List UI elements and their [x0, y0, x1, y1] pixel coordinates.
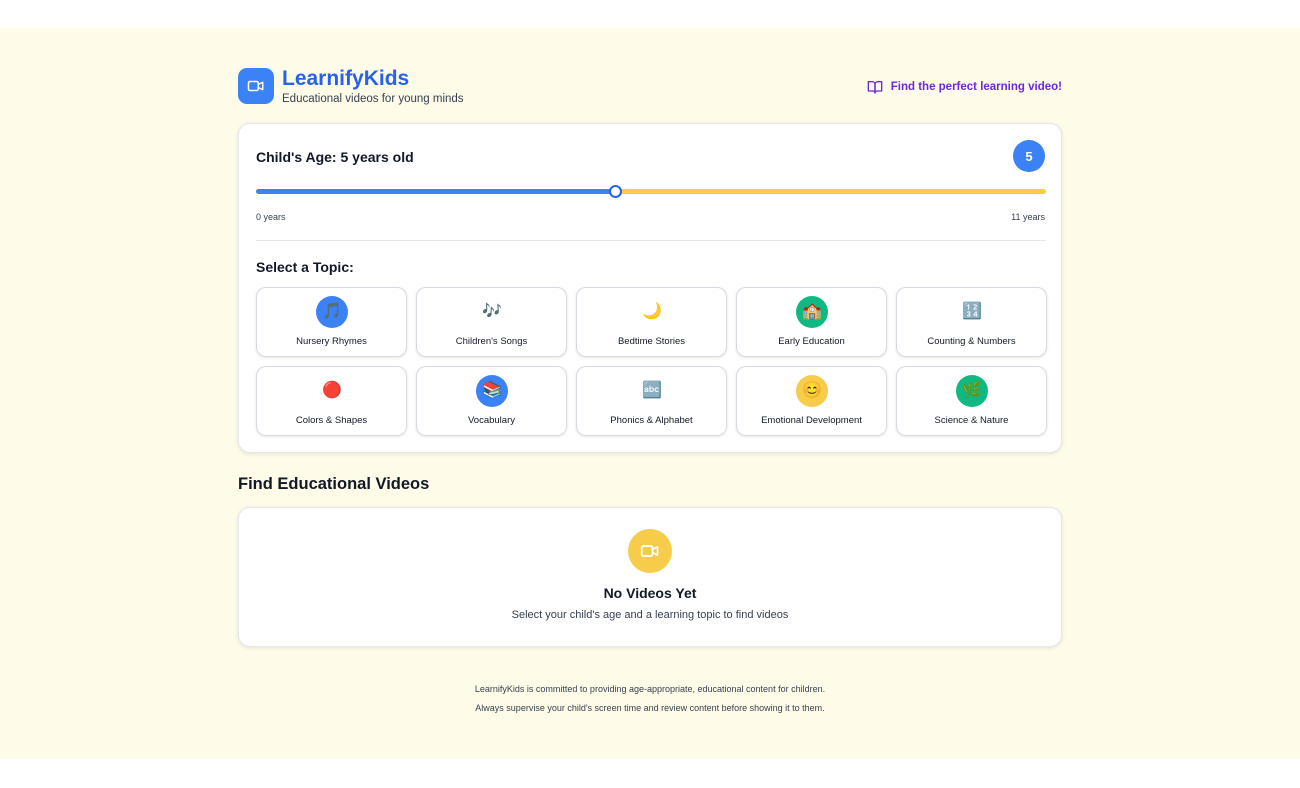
topic-label: Counting & Numbers — [927, 336, 1016, 347]
topic-nursery-rhymes[interactable]: 🎵 Nursery Rhymes — [256, 287, 407, 357]
brand-title: LearnifyKids — [282, 67, 410, 90]
herb-icon: 🌿 — [956, 375, 988, 407]
topic-vocabulary[interactable]: 📚 Vocabulary — [416, 366, 567, 436]
empty-state-icon-circle — [628, 529, 672, 573]
topic-label: Phonics & Alphabet — [610, 415, 693, 426]
open-book-icon — [867, 81, 883, 94]
header: LearnifyKids Educational videos for youn… — [238, 67, 1062, 108]
topic-label: Colors & Shapes — [295, 415, 368, 426]
videos-card: No Videos Yet Select your child's age an… — [238, 507, 1062, 647]
brand-subtitle: Educational videos for young minds — [282, 93, 464, 105]
tagline-text: Find the perfect learning video! — [890, 81, 1062, 93]
age-topic-card: Child's Age: 5 years old 5 0 years 11 ye… — [238, 123, 1062, 453]
smiley-icon: 😊 — [796, 375, 828, 407]
topic-phonics-alphabet[interactable]: 🔤 Phonics & Alphabet — [576, 366, 727, 436]
topic-section-title: Select a Topic: — [256, 259, 354, 275]
topic-label: Bedtime Stories — [617, 336, 686, 347]
age-min-label: 0 years — [256, 212, 286, 222]
age-slider-fill — [256, 189, 616, 194]
age-slider-thumb[interactable] — [609, 185, 623, 198]
music-note-icon: 🎵 — [316, 296, 348, 328]
topic-label: Nursery Rhymes — [296, 336, 367, 347]
topic-emotional-development[interactable]: 😊 Emotional Development — [736, 366, 887, 436]
video-camera-icon — [640, 545, 659, 557]
video-camera-icon — [247, 80, 264, 92]
red-circle-icon: 🔴 — [322, 382, 342, 399]
topic-early-education[interactable]: 🏫 Early Education — [736, 287, 887, 357]
music-notes-icon: 🎶 — [482, 303, 502, 320]
topic-label: Children's Songs — [455, 336, 528, 347]
age-title: Child's Age: 5 years old — [256, 149, 414, 165]
topic-label: Early Education — [778, 336, 845, 347]
age-max-label: 11 years — [1011, 212, 1045, 222]
numbers-icon: 🔢 — [962, 303, 982, 320]
topic-colors-shapes[interactable]: 🔴 Colors & Shapes — [256, 366, 407, 436]
empty-state-subtitle: Select your child's age and a learning t… — [511, 609, 789, 621]
footer-line-1: LearnifyKids is committed to providing a… — [474, 684, 826, 694]
empty-state-title: No Videos Yet — [603, 585, 697, 601]
topic-grid: 🎵 Nursery Rhymes 🎶 Children's Songs 🌙 Bedti… — [256, 287, 1047, 436]
abc-icon: 🔤 — [642, 382, 662, 399]
age-badge: 5 — [1013, 140, 1045, 172]
topic-label: Vocabulary — [467, 415, 515, 426]
moon-icon: 🌙 — [642, 303, 662, 320]
age-slider[interactable] — [256, 185, 1046, 198]
topic-bedtime-stories[interactable]: 🌙 Bedtime Stories — [576, 287, 727, 357]
school-icon: 🏫 — [796, 296, 828, 328]
footer-line-2: Always supervise your child's screen tim… — [475, 703, 825, 713]
topic-childrens-songs[interactable]: 🎶 Children's Songs — [416, 287, 567, 357]
footer: LearnifyKids is committed to providing a… — [238, 680, 1062, 718]
tagline: Find the perfect learning video! — [867, 79, 1062, 95]
books-icon: 📚 — [476, 375, 508, 407]
topic-label: Emotional Development — [761, 415, 862, 426]
topic-science-nature[interactable]: 🌿 Science & Nature — [896, 366, 1047, 436]
divider — [256, 240, 1046, 241]
videos-section-title: Find Educational Videos — [238, 475, 430, 493]
topic-label: Science & Nature — [934, 415, 1009, 426]
topic-counting-numbers[interactable]: 🔢 Counting & Numbers — [896, 287, 1047, 357]
logo — [238, 68, 274, 104]
